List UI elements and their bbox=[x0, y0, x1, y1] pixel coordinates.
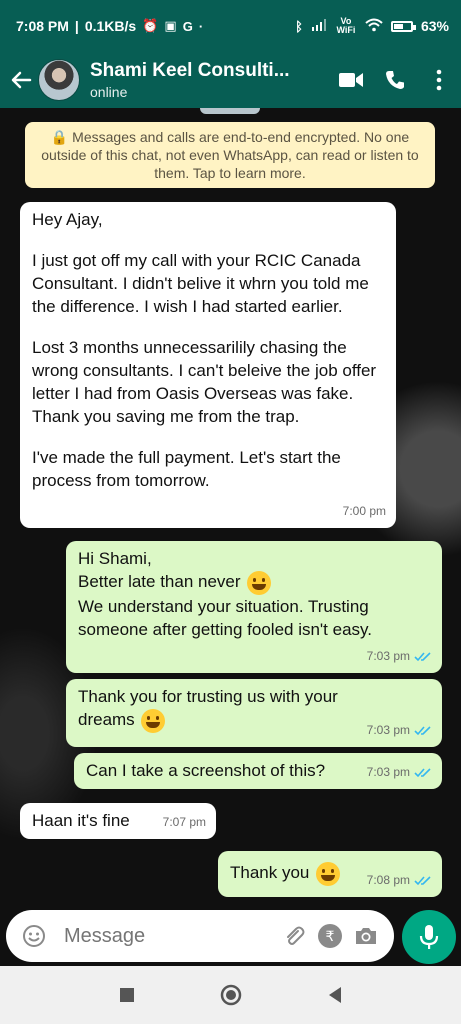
message-text: We understand your situation. Trusting s… bbox=[78, 596, 372, 639]
wifi-icon bbox=[365, 18, 383, 35]
chat-header: Shami Keel Consulti... online bbox=[0, 52, 461, 108]
svg-text:₹: ₹ bbox=[326, 929, 335, 945]
circle-icon bbox=[220, 984, 241, 1006]
message-text: Haan it's fine bbox=[32, 811, 130, 830]
smiling-emoji-icon bbox=[316, 861, 341, 886]
message-text: Better late than never bbox=[78, 572, 241, 591]
message-text: Can I take a screenshot of this? bbox=[86, 761, 326, 780]
battery-percent: 63% bbox=[420, 18, 449, 34]
recents-button[interactable] bbox=[112, 980, 142, 1010]
message-input[interactable] bbox=[62, 923, 276, 949]
more-vert-icon bbox=[436, 69, 442, 91]
message-text: Lost 3 months unnecessarilily chasing th… bbox=[32, 338, 377, 426]
grinning-emoji-icon bbox=[247, 570, 272, 595]
status-bar: 7:08 PM | 0.1KB/s ⏰ ▣ G · ᛒ Vo WiFi 63% bbox=[0, 0, 461, 52]
message-text: I just got off my call with your RCIC Ca… bbox=[32, 251, 369, 316]
message-text: Thank you bbox=[230, 863, 310, 882]
message-text: Hey Ajay, bbox=[32, 210, 103, 229]
triangle-back-icon bbox=[328, 987, 341, 1003]
message-time: 7:03 pm bbox=[366, 765, 410, 779]
double-check-icon bbox=[414, 725, 431, 735]
presence-status: online bbox=[90, 84, 128, 100]
message-meta: 7:03 pm bbox=[367, 761, 432, 784]
lock-icon: 🔒 bbox=[50, 129, 69, 145]
message-bubble-incoming[interactable]: Hey Ajay, I just got off my call with yo… bbox=[20, 202, 396, 528]
message-meta: 7:03 pm bbox=[367, 719, 432, 742]
encryption-notice[interactable]: 🔒 Messages and calls are end-to-end encr… bbox=[25, 122, 435, 188]
phone-icon bbox=[386, 71, 404, 89]
contact-name: Shami Keel Consulti... bbox=[90, 60, 290, 81]
message-notification-icon: ▣ bbox=[164, 18, 177, 33]
message-text: dreams bbox=[78, 710, 135, 729]
message-meta: 7:07 pm bbox=[163, 811, 206, 834]
network-speed: 0.1KB/s bbox=[84, 18, 137, 34]
back-nav-button[interactable] bbox=[320, 980, 350, 1010]
message-input-box: ₹ bbox=[6, 910, 394, 962]
composer-bar: ₹ bbox=[0, 910, 461, 966]
alarm-icon: ⏰ bbox=[142, 18, 159, 33]
message-bubble-outgoing[interactable]: Can I take a screenshot of this? 7:03 pm bbox=[74, 753, 442, 789]
message-bubble-outgoing[interactable]: Hi Shami, Better late than never We unde… bbox=[66, 541, 442, 673]
message-time: 7:03 pm bbox=[366, 723, 410, 737]
attach-button[interactable] bbox=[276, 918, 312, 954]
message-text: Thank you for trusting us with your bbox=[78, 687, 338, 706]
message-bubble-outgoing[interactable]: Thank you for trusting us with your drea… bbox=[66, 679, 442, 747]
voice-call-button[interactable] bbox=[373, 58, 417, 102]
double-check-icon bbox=[414, 875, 431, 885]
double-check-icon bbox=[414, 767, 431, 777]
message-meta: 7:08 pm bbox=[367, 869, 432, 892]
message-bubble-outgoing[interactable]: Thank you 7:08 pm bbox=[218, 851, 442, 897]
double-check-icon bbox=[414, 651, 431, 661]
emoji-button[interactable] bbox=[16, 918, 52, 954]
clock: 7:08 PM bbox=[16, 18, 69, 34]
signal-icon bbox=[311, 18, 327, 34]
video-call-button[interactable] bbox=[329, 58, 373, 102]
back-button[interactable] bbox=[6, 65, 36, 95]
battery-icon bbox=[390, 20, 416, 32]
message-time: 7:00 pm bbox=[342, 504, 386, 518]
microphone-icon bbox=[419, 925, 439, 949]
rupee-icon: ₹ bbox=[318, 924, 342, 948]
home-button[interactable] bbox=[216, 980, 246, 1010]
message-bubble-incoming[interactable]: Haan it's fine 7:07 pm bbox=[20, 803, 216, 839]
chat-area[interactable]: 🔒 Messages and calls are end-to-end encr… bbox=[0, 108, 461, 910]
message-time: 7:08 pm bbox=[366, 873, 410, 887]
vowifi-label: Vo WiFi bbox=[336, 16, 356, 35]
payment-button[interactable]: ₹ bbox=[312, 918, 348, 954]
square-icon bbox=[119, 988, 134, 1002]
avatar[interactable] bbox=[38, 59, 80, 101]
contact-info[interactable]: Shami Keel Consulti... online bbox=[90, 60, 329, 100]
google-icon: G bbox=[182, 18, 193, 34]
date-pill bbox=[200, 108, 260, 114]
grinning-emoji-icon bbox=[141, 708, 166, 733]
more-options-button[interactable] bbox=[417, 58, 461, 102]
message-text: I've made the full payment. Let's start … bbox=[32, 448, 341, 490]
message-meta: 7:00 pm bbox=[343, 500, 386, 523]
message-text: Hi Shami, bbox=[78, 549, 152, 568]
emoji-icon bbox=[23, 925, 45, 947]
system-nav-bar bbox=[0, 966, 461, 1024]
message-time: 7:07 pm bbox=[162, 815, 206, 829]
arrow-left-icon bbox=[11, 71, 32, 89]
dot-icon: · bbox=[198, 18, 204, 34]
message-meta: 7:03 pm bbox=[367, 645, 432, 668]
paperclip-icon bbox=[287, 926, 305, 945]
bluetooth-icon: ᛒ bbox=[295, 18, 303, 34]
camera-button[interactable] bbox=[348, 918, 384, 954]
voice-message-button[interactable] bbox=[402, 910, 456, 964]
message-time: 7:03 pm bbox=[366, 649, 410, 663]
video-call-icon bbox=[339, 73, 363, 87]
camera-icon bbox=[356, 928, 376, 944]
